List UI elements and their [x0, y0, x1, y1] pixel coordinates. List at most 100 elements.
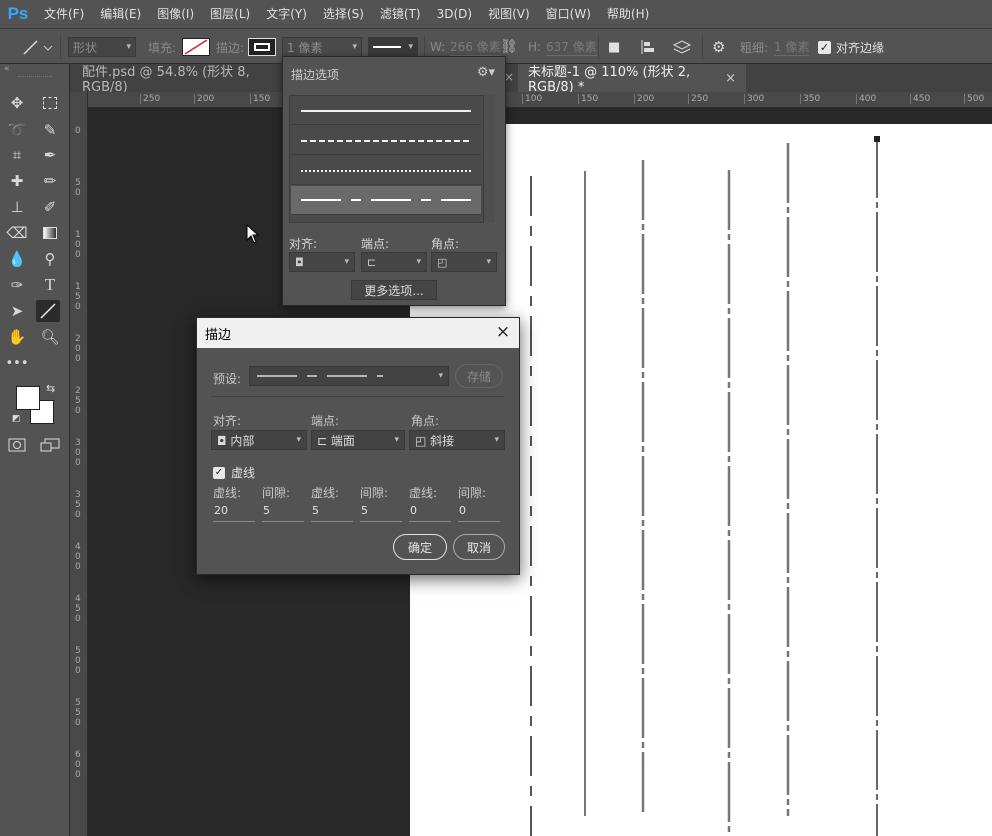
align-dropdown[interactable]: ◘ ▾ [289, 252, 355, 272]
fill-swatch[interactable] [182, 38, 210, 56]
stroke-list-scrollbar[interactable] [483, 95, 495, 223]
line-tool-icon[interactable] [36, 300, 60, 322]
dash-input[interactable]: 5 [311, 504, 353, 522]
caps-dropdown[interactable]: ⊏ ▾ [361, 252, 427, 272]
tab-peijian-psd[interactable]: 配件.psd @ 54.8% (形状 8, RGB/8) [72, 64, 284, 95]
gap-input[interactable]: 0 [458, 504, 500, 522]
blur-tool-icon[interactable]: 💧 [5, 248, 29, 270]
menu-item[interactable]: 图层(L) [202, 0, 258, 28]
crop-tool-icon[interactable]: ⌗ [5, 144, 29, 166]
stroke-label: 描边: [216, 40, 245, 55]
preset-dropdown[interactable]: ▾ [249, 366, 449, 386]
line-tool-preset-icon[interactable] [20, 29, 54, 65]
dodge-tool-icon[interactable]: ⚲ [38, 248, 62, 270]
stroke-width-field[interactable]: 1 像素 ▾ [282, 37, 362, 57]
tab-untitled-1[interactable]: 未标题-1 @ 110% (形状 2, RGB/8) * × [518, 64, 746, 95]
gap-input[interactable]: 5 [360, 504, 402, 522]
healing-brush-tool-icon[interactable]: ✚ [5, 170, 29, 192]
ruler-tick-label: 350 [800, 94, 820, 104]
corners-dropdown[interactable]: ◰ 斜接 ▾ [409, 430, 505, 450]
brush-tool-icon[interactable]: ✏ [38, 170, 62, 192]
menu-item[interactable]: 视图(V) [480, 0, 538, 28]
gap-input[interactable]: 5 [262, 504, 304, 522]
stroke-style-custom-dash[interactable] [291, 186, 481, 215]
menu-item[interactable]: 文件(F) [36, 0, 92, 28]
dash-input[interactable]: 20 [213, 504, 255, 522]
path-alignment-icon[interactable] [640, 29, 656, 65]
horizontal-ruler: 250 200 150 100 150 200 250 300 350 400 450 500 [88, 92, 992, 108]
history-brush-tool-icon[interactable]: ✐ [38, 196, 62, 218]
menu-item[interactable]: 编辑(E) [92, 0, 149, 28]
ruler-tick-label: 3 0 0 [75, 438, 81, 468]
ruler-tick-label: 200 [634, 94, 654, 104]
cancel-button[interactable]: 取消 [453, 534, 505, 560]
inside-align-icon: ◘ [217, 433, 231, 448]
move-tool-icon[interactable]: ✥ [5, 92, 29, 114]
toolbox-grip[interactable] [18, 76, 52, 78]
align-dropdown[interactable]: ◘ 内部 ▾ [211, 430, 307, 450]
inside-align-icon: ◘ [295, 255, 304, 269]
align-edges-checkbox[interactable]: ✓ 对齐边缘 [818, 29, 884, 65]
caps-dropdown[interactable]: ⊏ 端面 ▾ [311, 430, 405, 450]
dash-input[interactable]: 0 [409, 504, 451, 522]
clone-stamp-tool-icon[interactable]: ⊥ [5, 196, 29, 218]
dialog-title-bar[interactable]: 描边 × [197, 318, 519, 348]
ruler-tick-label: 150 [250, 94, 270, 104]
close-tab-icon[interactable]: × [725, 71, 736, 86]
default-colors-icon[interactable]: ◩ [12, 414, 21, 424]
swap-colors-icon[interactable]: ⇆ [46, 382, 55, 395]
width-field[interactable]: 266 像素 [450, 38, 501, 56]
menu-item[interactable]: 图像(I) [149, 0, 202, 28]
gear-icon[interactable]: ⚙▾ [477, 65, 495, 80]
align-label: 对齐: [213, 414, 242, 428]
document-tab-bar: 配件.psd @ 54.8% (形状 8, RGB/8) 未标题-1 @ 110… [70, 64, 992, 95]
menu-item[interactable]: 文字(Y) [258, 0, 315, 28]
collapse-toolbox-icon[interactable]: « [4, 64, 10, 74]
menu-item[interactable]: 帮助(H) [599, 0, 657, 28]
path-arrangement-icon[interactable] [672, 29, 692, 65]
screen-mode-icon[interactable] [40, 438, 60, 455]
dash-label: 虚线: [311, 486, 340, 500]
stroke-style-dotted[interactable] [291, 156, 481, 185]
path-selection-tool-icon[interactable]: ➤ [5, 300, 29, 322]
gradient-tool-icon[interactable] [38, 222, 62, 244]
zoom-tool-icon[interactable]: 🔍︎ [38, 326, 62, 348]
save-preset-button[interactable]: 存储 [455, 364, 503, 388]
weight-field[interactable]: 1 像素 [774, 38, 810, 56]
ruler-tick-label: 4 5 0 [75, 594, 81, 624]
gear-icon[interactable]: ⚙ [712, 29, 725, 65]
height-field[interactable]: 637 像素 [546, 38, 597, 56]
type-tool-icon[interactable]: T [38, 274, 62, 296]
quick-mask-icon[interactable] [8, 438, 26, 455]
more-tools-icon[interactable]: ••• [5, 352, 29, 374]
eyedropper-tool-icon[interactable]: ✒ [38, 144, 62, 166]
caps-label: 端点: [311, 414, 340, 428]
close-icon[interactable]: × [493, 322, 513, 342]
stroke-style-dashed[interactable] [291, 126, 481, 155]
marquee-tool-icon[interactable] [38, 92, 62, 114]
quick-select-tool-icon[interactable]: ✎ [38, 119, 62, 141]
butt-cap-icon: ⊏ [317, 433, 331, 448]
stroke-type-dropdown[interactable]: ▾ [368, 37, 418, 57]
ruler-tick-label: 1 5 0 [75, 282, 81, 312]
menu-item[interactable]: 选择(S) [315, 0, 372, 28]
menu-item[interactable]: 窗口(W) [538, 0, 599, 28]
corners-dropdown[interactable]: ◰ ▾ [431, 252, 497, 272]
vertical-ruler: 0 5 0 1 0 0 1 5 0 2 0 0 2 5 0 3 0 0 3 5 0 4 0 0 4… [70, 92, 88, 836]
toolbox: « ✥ ➰ ✎ ⌗ ✒ ✚ ✏ ⊥ ✐ ⌫ 💧 ⚲ ✑ T ➤ ✋ 🔍︎ •••… [0, 64, 70, 836]
stroke-swatch[interactable] [248, 38, 276, 56]
stroke-style-solid[interactable] [291, 96, 481, 125]
ok-button[interactable]: 确定 [393, 534, 447, 560]
more-options-button[interactable]: 更多选项... [351, 280, 437, 300]
gap-label: 间隙: [262, 486, 291, 500]
dashed-checkbox[interactable]: ✓ 虚线 [213, 464, 255, 481]
eraser-tool-icon[interactable]: ⌫ [5, 222, 29, 244]
tool-mode-dropdown[interactable]: 形状 ▾ [68, 37, 136, 57]
lasso-tool-icon[interactable]: ➰ [5, 119, 29, 141]
pen-tool-icon[interactable]: ✑ [5, 274, 29, 296]
hand-tool-icon[interactable]: ✋ [5, 326, 29, 348]
menu-item[interactable]: 3D(D) [429, 0, 480, 28]
menu-item[interactable]: 滤镜(T) [372, 0, 429, 28]
dash-label: 虚线: [213, 486, 242, 500]
path-operations-icon[interactable]: ■ [608, 29, 620, 65]
